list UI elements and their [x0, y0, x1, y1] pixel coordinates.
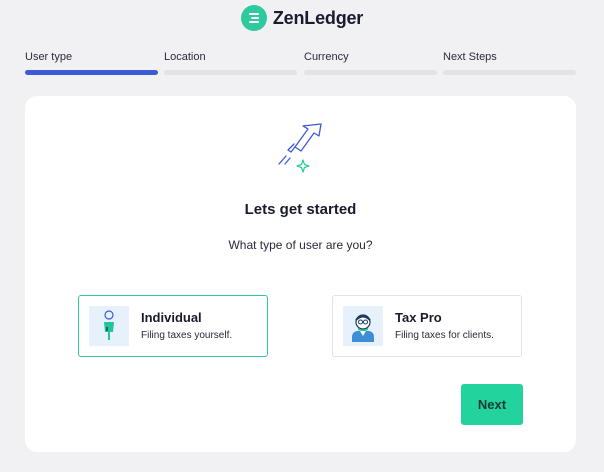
step-currency[interactable]: Currency: [304, 50, 437, 75]
step-next-steps[interactable]: Next Steps: [443, 50, 576, 75]
option-description: Filing taxes for clients.: [395, 330, 494, 341]
step-progress-bar: [25, 70, 158, 75]
option-description: Filing taxes yourself.: [141, 330, 233, 341]
zenledger-logo-icon: [240, 5, 267, 31]
brand-header: ZenLedger: [0, 4, 604, 32]
step-label: Location: [164, 51, 206, 63]
step-label: Currency: [304, 51, 349, 63]
onboarding-card: Lets get started What type of user are y…: [25, 96, 576, 452]
option-title: Individual: [141, 310, 202, 325]
user-type-option-tax-pro[interactable]: Tax Pro Filing taxes for clients.: [332, 295, 522, 357]
step-progress-bar: [164, 70, 297, 75]
step-progress-bar: [443, 70, 576, 75]
rocket-launch-icon: [274, 120, 326, 176]
option-title: Tax Pro: [395, 310, 442, 325]
step-location[interactable]: Location: [164, 50, 297, 75]
user-type-option-individual[interactable]: Individual Filing taxes yourself.: [78, 295, 268, 357]
onboarding-stepper: User type Location Currency Next Steps: [25, 50, 576, 78]
brand-name: ZenLedger: [272, 7, 364, 28]
user-type-question: What type of user are you?: [228, 238, 373, 252]
individual-person-icon: [89, 306, 129, 346]
step-progress-bar: [304, 70, 437, 75]
step-user-type[interactable]: User type: [25, 50, 158, 75]
step-label: Next Steps: [443, 51, 497, 63]
step-label: User type: [25, 51, 73, 63]
tax-pro-icon: [343, 306, 383, 346]
page-title: Lets get started: [244, 201, 357, 218]
next-button[interactable]: Next: [461, 384, 523, 425]
